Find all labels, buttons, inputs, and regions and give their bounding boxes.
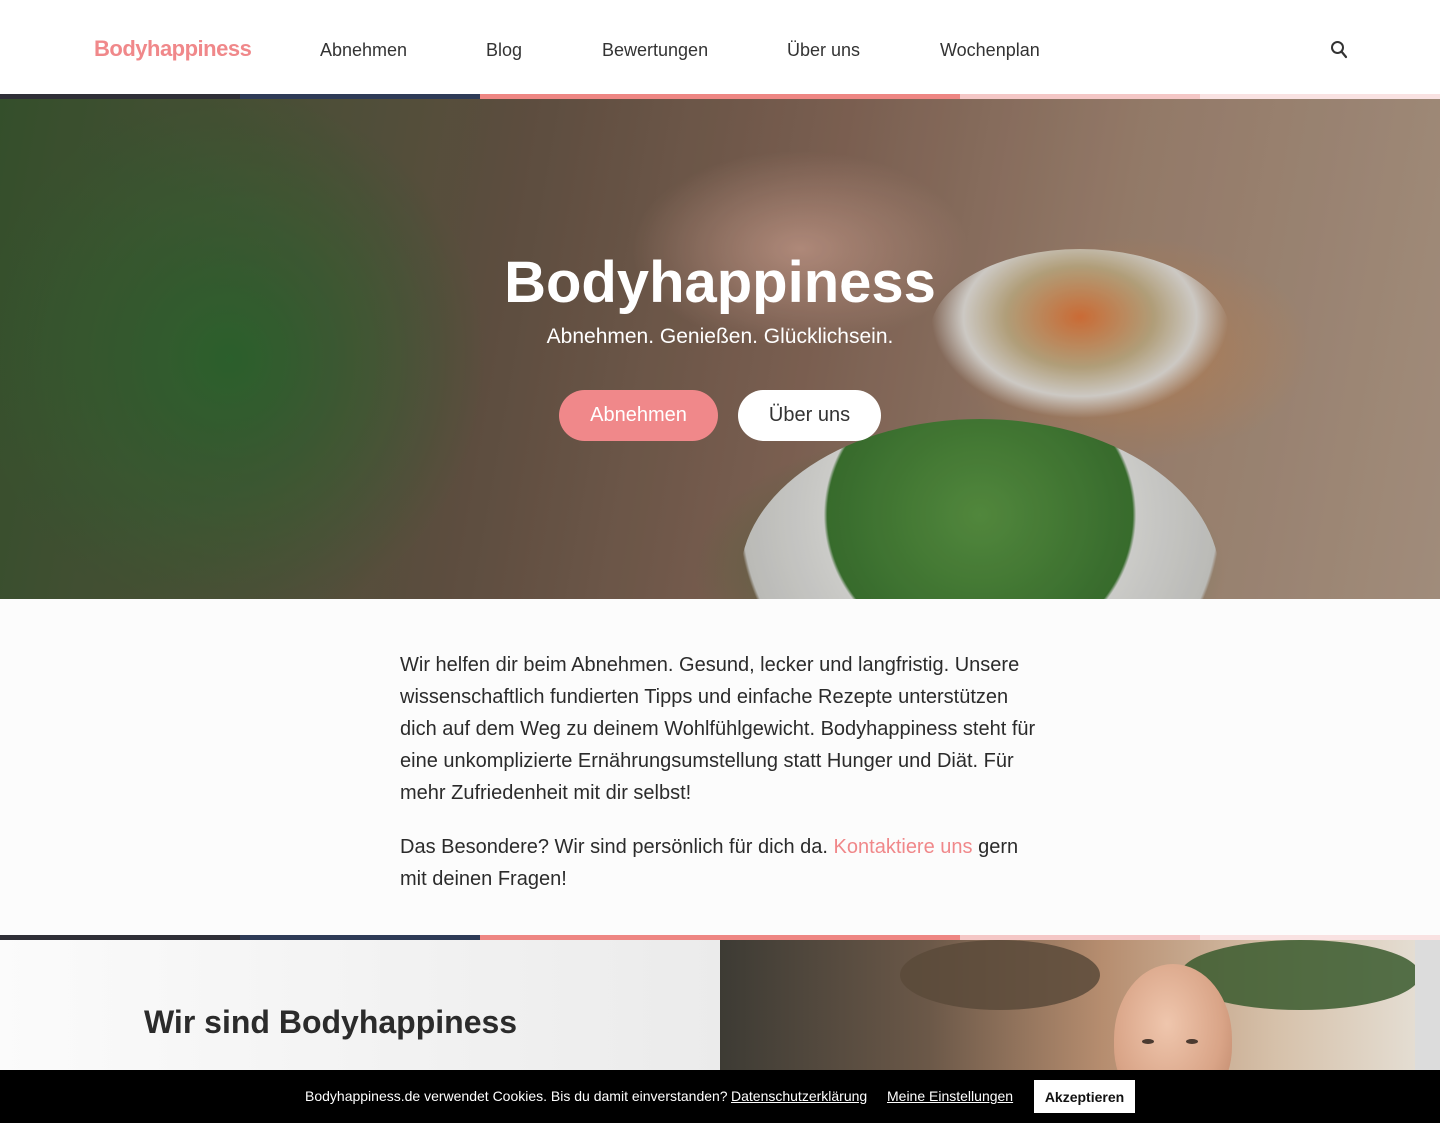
nav-item-blog[interactable]: Blog [486, 40, 522, 61]
site-header: Bodyhappiness Abnehmen Blog Bewertungen … [0, 0, 1440, 94]
nav-item-ueber-uns[interactable]: Über uns [787, 40, 860, 61]
cookie-banner: Bodyhappiness.de verwendet Cookies. Bis … [0, 1070, 1440, 1123]
ueber-uns-button[interactable]: Über uns [738, 390, 881, 441]
intro-section: Wir helfen dir beim Abnehmen. Gesund, le… [400, 649, 1040, 917]
contact-paragraph: Das Besondere? Wir sind persönlich für d… [400, 836, 1019, 890]
abnehmen-button[interactable]: Abnehmen [559, 390, 718, 441]
cookie-notice-text: Bodyhappiness.de verwendet Cookies. Bis … [305, 1088, 728, 1104]
nav-item-bewertungen[interactable]: Bewertungen [602, 40, 708, 61]
nav-item-wochenplan[interactable]: Wochenplan [940, 40, 1040, 61]
privacy-policy-link[interactable]: Datenschutzerklärung [731, 1088, 867, 1104]
site-logo[interactable]: Bodyhappiness [94, 36, 252, 62]
cookie-settings-link[interactable]: Meine Einstellungen [887, 1088, 1013, 1104]
accept-cookies-button[interactable]: Akzeptieren [1034, 1080, 1135, 1113]
about-title: Wir sind Bodyhappiness [144, 1004, 518, 1040]
intro-paragraph: Wir helfen dir beim Abnehmen. Gesund, le… [400, 654, 1036, 804]
hero-banner: Bodyhappiness Abnehmen. Genießen. Glückl… [0, 99, 1440, 599]
hero-title: Bodyhappiness [504, 250, 936, 315]
contact-link[interactable]: Kontaktiere uns [834, 836, 973, 858]
search-icon[interactable] [1330, 40, 1348, 60]
hero-subtitle: Abnehmen. Genießen. Glücklichsein. [546, 325, 894, 348]
nav-item-abnehmen[interactable]: Abnehmen [320, 40, 407, 61]
